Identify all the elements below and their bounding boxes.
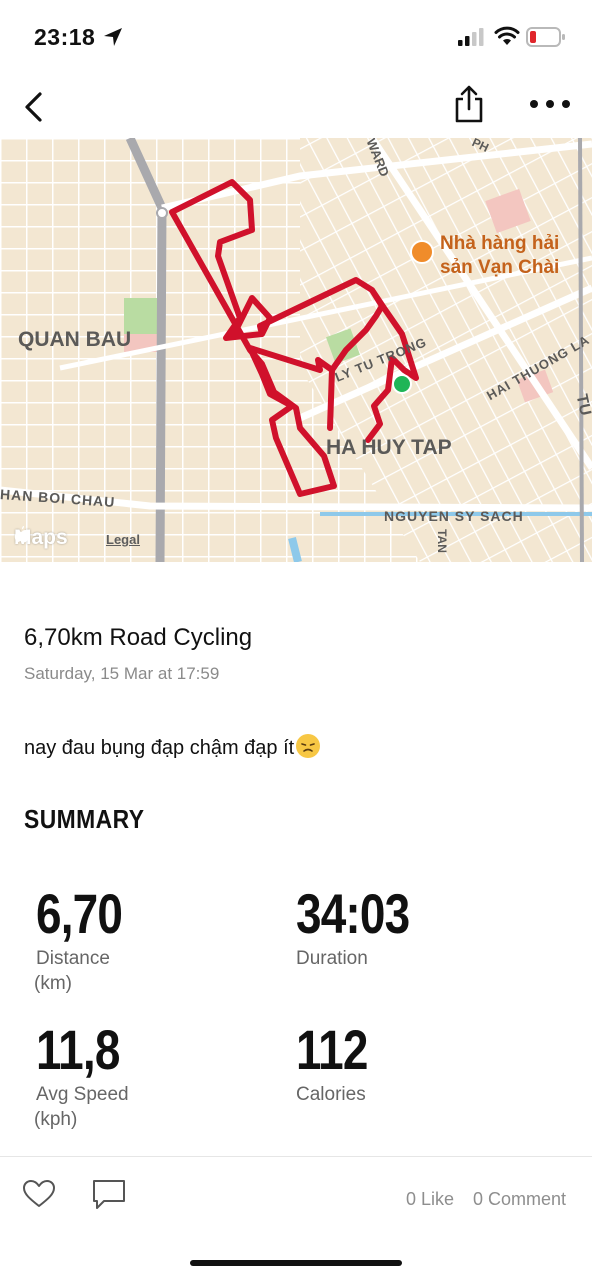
chevron-left-icon[interactable] xyxy=(20,90,48,124)
wifi-icon xyxy=(494,26,520,45)
stat-calories: 112 Calories xyxy=(296,1020,536,1107)
poi-name: Nhà hàng hải sản Vạn Chài xyxy=(440,232,559,280)
summary-heading: SUMMARY xyxy=(24,804,145,834)
maps-logo: Maps xyxy=(14,526,68,550)
heart-icon[interactable] xyxy=(22,1179,56,1209)
more-dots-icon[interactable] xyxy=(528,94,572,114)
activity-note-text: nay đau bụng đạp chậm đạp ít xyxy=(24,737,295,759)
activity-title: 6,70km Road Cycling xyxy=(24,624,253,651)
stat-duration: 34:03 Duration xyxy=(296,884,536,971)
sad-face-emoji xyxy=(296,734,321,758)
apple-logo-icon xyxy=(14,526,29,543)
map-label-tan: TAN xyxy=(434,529,449,553)
poi-name-line2: sản Vạn Chài xyxy=(440,257,560,278)
map-label-quan-bau: QUAN BAU xyxy=(18,328,132,351)
activity-datetime: Saturday, 15 Mar at 17:59 xyxy=(24,664,220,683)
stat-distance: 6,70 Distance (km) xyxy=(34,882,276,996)
status-bar: 23:18 xyxy=(0,0,592,72)
stat-label: Duration xyxy=(296,948,368,969)
activity-note: nay đau bụng đạp chậm đạp ít xyxy=(24,734,321,760)
stat-unit: (kph) xyxy=(34,1109,78,1130)
stat-avg-speed: 11,8 Avg Speed (kph) xyxy=(34,1018,276,1132)
stat-value: 6,70 xyxy=(36,882,123,945)
map-label-ha-huy-tap: HA HUY TAP xyxy=(326,436,452,459)
stat-label: Distance xyxy=(36,948,110,969)
start-marker xyxy=(392,374,412,394)
restaurant-icon xyxy=(410,240,434,264)
stat-value: 34:03 xyxy=(296,882,410,945)
home-indicator[interactable] xyxy=(190,1260,402,1266)
stat-unit: (km) xyxy=(34,973,72,994)
legal-link[interactable]: Legal xyxy=(106,532,140,547)
stat-label: Calories xyxy=(296,1084,366,1105)
status-time: 23:18 xyxy=(34,24,96,50)
stat-value: 11,8 xyxy=(36,1018,120,1081)
stat-label: Avg Speed xyxy=(36,1084,129,1105)
map-label-tu: TU xyxy=(572,392,592,418)
nav-bar xyxy=(0,72,592,138)
comment-icon[interactable] xyxy=(92,1179,126,1211)
battery-low-icon xyxy=(526,27,565,47)
map-label-nguyen-sy-sach: NGUYEN SY SACH xyxy=(384,508,524,524)
route-map[interactable]: QUAN BAU HA HUY TAP NGUYEN SY SACH HAN B… xyxy=(0,138,592,562)
cellular-signal-icon xyxy=(458,28,484,46)
share-icon[interactable] xyxy=(452,84,486,124)
location-arrow-icon xyxy=(104,28,122,46)
comment-count-button[interactable]: 0 Comment xyxy=(473,1189,566,1210)
poi-name-line1: Nhà hàng hải xyxy=(440,233,560,254)
action-footer: 0 Like 0 Comment xyxy=(0,1157,592,1237)
stat-value: 112 xyxy=(296,1018,368,1081)
like-count-button[interactable]: 0 Like xyxy=(406,1189,454,1210)
